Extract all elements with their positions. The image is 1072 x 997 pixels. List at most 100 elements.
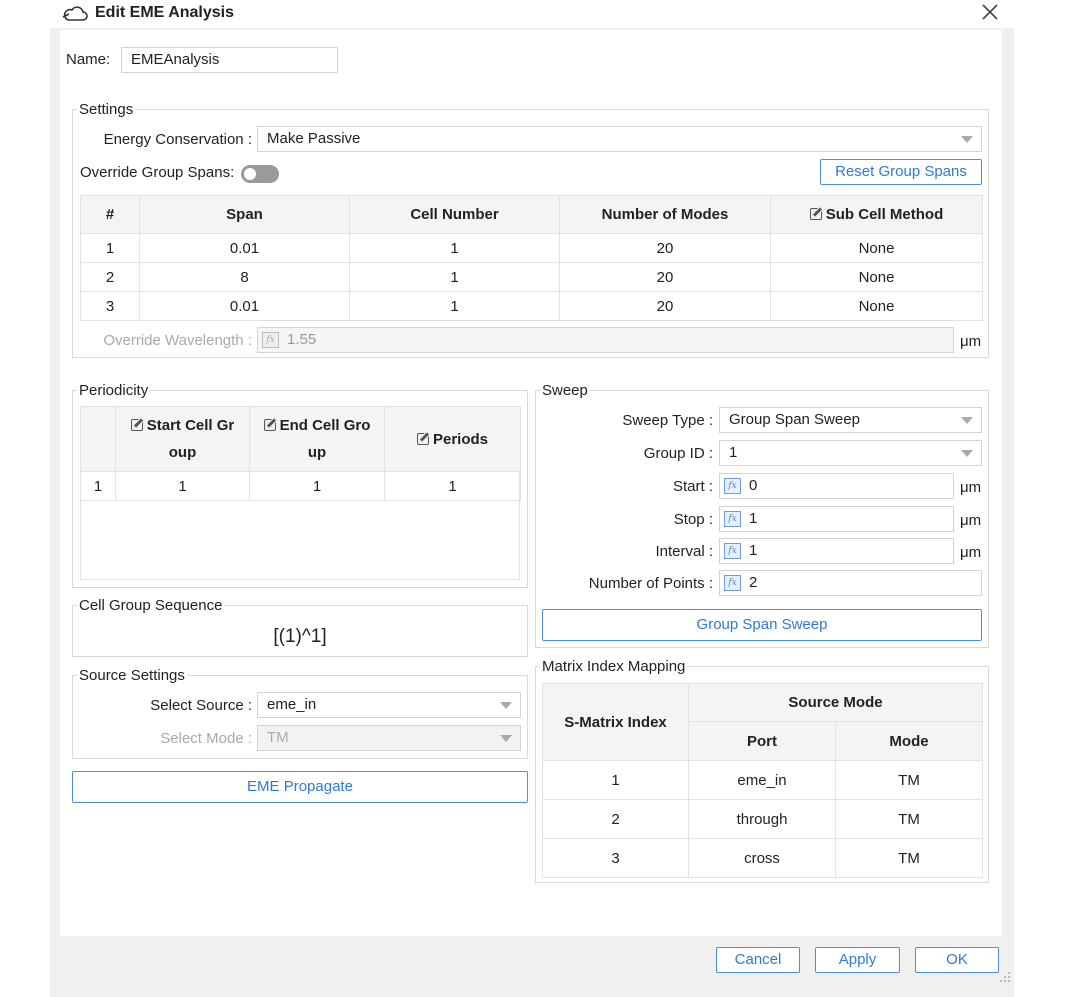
override-wavelength-label: Override Wavelength : — [103, 332, 252, 349]
periods-label: Periods — [432, 430, 489, 448]
start-input[interactable]: fx 0 — [719, 473, 954, 499]
end-cell-group-label-line2: up — [307, 444, 327, 461]
cell-span[interactable]: 8 — [139, 262, 350, 292]
cell-sub-cell-method[interactable]: None — [770, 233, 983, 263]
cell-port: eme_in — [688, 760, 836, 800]
sub-cell-method-label: Sub Cell Method — [825, 206, 944, 223]
cell-s-matrix-index: 1 — [542, 760, 689, 800]
cell-sub-cell-method[interactable]: None — [770, 262, 983, 292]
fx-icon: fx — [724, 478, 741, 494]
cell-index: 2 — [80, 262, 140, 292]
cell-s-matrix-index: 2 — [542, 799, 689, 839]
cell-cell-number[interactable]: 1 — [349, 233, 560, 263]
cell-end-cell-group[interactable]: 1 — [249, 471, 385, 501]
col-header-cell-number: Cell Number — [349, 195, 560, 234]
eme-propagate-button[interactable]: EME Propagate — [72, 771, 528, 803]
table-header-row: S-Matrix Index Source Mode — [542, 683, 983, 761]
cell-index: 3 — [80, 291, 140, 321]
group-spans-table: # Span Cell Number Number of Modes Sub C… — [80, 195, 983, 321]
chevron-down-icon — [961, 450, 973, 457]
number-of-points-value: 2 — [749, 574, 758, 591]
cell-s-matrix-index: 3 — [542, 838, 689, 878]
number-of-points-label: Number of Points : — [588, 575, 713, 592]
col-header-index: # — [80, 195, 140, 234]
cell-mode: TM — [835, 838, 983, 878]
cell-number-of-modes[interactable]: 20 — [559, 233, 771, 263]
select-mode-value: TM — [267, 729, 289, 746]
stop-value: 1 — [749, 510, 758, 527]
table-row[interactable]: 3 0.01 1 20 None — [80, 291, 983, 321]
interval-label: Interval : — [655, 543, 713, 560]
col-header-number-of-modes: Number of Modes — [559, 195, 771, 234]
stop-input[interactable]: fx 1 — [719, 506, 954, 532]
group-id-select[interactable]: 1 — [719, 440, 982, 466]
fx-icon: fx — [724, 511, 741, 527]
group-id-value: 1 — [729, 444, 738, 461]
cell-cell-number[interactable]: 1 — [349, 291, 560, 321]
edit-icon — [130, 419, 143, 431]
start-label: Start : — [672, 478, 713, 495]
edit-icon — [809, 208, 822, 220]
table-header-row: # Span Cell Number Number of Modes Sub C… — [80, 195, 983, 234]
name-input[interactable]: EMEAnalysis — [121, 47, 338, 73]
override-group-spans-toggle[interactable] — [241, 165, 279, 183]
energy-conservation-value: Make Passive — [267, 130, 361, 147]
table-row[interactable]: 1 eme_in TM — [542, 760, 983, 800]
cell-number-of-modes[interactable]: 20 — [559, 262, 771, 292]
ok-button[interactable]: OK — [915, 947, 999, 973]
cancel-button[interactable]: Cancel — [716, 947, 800, 973]
interval-value: 1 — [749, 542, 758, 559]
cell-port: cross — [688, 838, 836, 878]
cell-cell-number[interactable]: 1 — [349, 262, 560, 292]
interval-input[interactable]: fx 1 — [719, 538, 954, 564]
chevron-down-icon — [500, 702, 512, 709]
energy-conservation-label: Energy Conservation : — [103, 131, 252, 148]
periodicity-table: Start Cell Gr oup End Cell Gro up Period… — [80, 406, 521, 501]
override-group-spans-label: Override Group Spans: — [80, 164, 235, 181]
col-header-start-cell-group[interactable]: Start Cell Gr oup — [115, 406, 250, 472]
select-source-value: eme_in — [267, 696, 317, 713]
sweep-type-value: Group Span Sweep — [729, 411, 860, 428]
col-header-source-mode: Source Mode — [688, 683, 983, 722]
start-cell-group-label-line2: oup — [168, 444, 197, 461]
energy-conservation-select[interactable]: Make Passive — [257, 126, 982, 152]
cell-sub-cell-method[interactable]: None — [770, 291, 983, 321]
periodicity-title: Periodicity — [77, 382, 151, 400]
chevron-down-icon — [961, 417, 973, 424]
start-value: 0 — [749, 477, 758, 494]
select-source-select[interactable]: eme_in — [257, 692, 521, 718]
window-title: Edit EME Analysis — [95, 4, 234, 21]
col-header-sub-cell-method[interactable]: Sub Cell Method — [770, 195, 983, 234]
end-cell-group-label-line1: End Cell Gro — [279, 417, 371, 434]
resize-grip-icon[interactable] — [996, 968, 1012, 984]
col-header-span: Span — [139, 195, 350, 234]
col-header-row-index — [80, 406, 116, 472]
select-mode-label: Select Mode : — [160, 730, 252, 747]
cell-periods[interactable]: 1 — [384, 471, 521, 501]
select-mode-select[interactable]: TM — [257, 725, 521, 751]
group-span-sweep-button[interactable]: Group Span Sweep — [542, 609, 982, 641]
table-row[interactable]: 1 0.01 1 20 None — [80, 233, 983, 263]
stop-label: Stop : — [673, 511, 713, 528]
override-wavelength-input[interactable]: fx 1.55 — [257, 327, 954, 353]
cell-start-cell-group[interactable]: 1 — [115, 471, 250, 501]
apply-button[interactable]: Apply — [815, 947, 900, 973]
sweep-type-select[interactable]: Group Span Sweep — [719, 407, 982, 433]
cell-span[interactable]: 0.01 — [139, 233, 350, 263]
cell-span[interactable]: 0.01 — [139, 291, 350, 321]
title-bar: Edit EME Analysis — [0, 0, 1072, 28]
cell-group-sequence-value: [(1)^1] — [273, 626, 327, 647]
table-row[interactable]: 1 1 1 1 — [80, 471, 521, 501]
col-header-end-cell-group[interactable]: End Cell Gro up — [249, 406, 385, 472]
table-row[interactable]: 2 through TM — [542, 799, 983, 839]
matrix-index-mapping-table: S-Matrix Index Source Mode Port Mode 1 e… — [542, 683, 983, 878]
close-icon[interactable] — [976, 0, 1004, 26]
number-of-points-input[interactable]: fx 2 — [719, 570, 982, 596]
table-row[interactable]: 2 8 1 20 None — [80, 262, 983, 292]
cell-number-of-modes[interactable]: 20 — [559, 291, 771, 321]
col-header-port: Port — [688, 721, 836, 761]
col-header-periods[interactable]: Periods — [384, 406, 521, 472]
reset-group-spans-button[interactable]: Reset Group Spans — [820, 159, 982, 185]
group-id-label: Group ID : — [643, 445, 713, 462]
table-row[interactable]: 3 cross TM — [542, 838, 983, 878]
